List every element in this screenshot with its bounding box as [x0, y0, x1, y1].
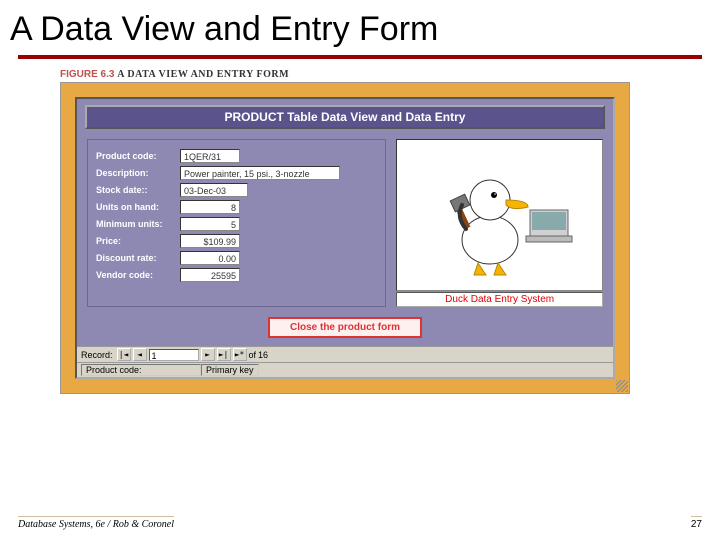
- form-panel: PRODUCT Table Data View and Data Entry P…: [75, 97, 615, 379]
- label-minimum-units: Minimum units:: [96, 219, 180, 229]
- label-discount-rate: Discount rate:: [96, 253, 180, 263]
- status-field-name: Product code:: [81, 364, 201, 376]
- input-description[interactable]: Power painter, 15 psi., 3-nozzle: [180, 166, 340, 180]
- nav-first-button[interactable]: |◄: [117, 348, 131, 361]
- page-number: 27: [691, 516, 702, 530]
- row-product-code: Product code: 1QER/31: [96, 149, 377, 163]
- form-body: Product code: 1QER/31 Description: Power…: [77, 133, 613, 311]
- label-product-code: Product code:: [96, 151, 180, 161]
- duck-icon: [420, 145, 580, 285]
- row-stock-date: Stock date:: 03-Dec-03: [96, 183, 377, 197]
- figure-caption: FIGURE 6.3 A DATA VIEW AND ENTRY FORM: [60, 69, 720, 80]
- input-discount-rate[interactable]: 0.00: [180, 251, 240, 265]
- resize-grip-icon[interactable]: [616, 380, 628, 392]
- image-column: Duck Data Entry System: [396, 139, 603, 307]
- image-caption: Duck Data Entry System: [396, 292, 603, 307]
- figure-title: A DATA VIEW AND ENTRY FORM: [117, 69, 289, 80]
- slide-footer: Database Systems, 6e / Rob & Coronel 27: [0, 516, 720, 530]
- close-button-row: Close the product form: [77, 311, 613, 346]
- fields-column: Product code: 1QER/31 Description: Power…: [87, 139, 386, 307]
- form-header: PRODUCT Table Data View and Data Entry: [85, 105, 605, 129]
- footer-source: Database Systems, 6e / Rob & Coronel: [18, 516, 174, 530]
- status-bar: Product code: Primary key: [77, 362, 613, 377]
- input-stock-date[interactable]: 03-Dec-03: [180, 183, 248, 197]
- slide-title: A Data View and Entry Form: [0, 0, 720, 55]
- nav-next-button[interactable]: ►: [201, 348, 215, 361]
- label-units-on-hand: Units on hand:: [96, 202, 180, 212]
- input-minimum-units[interactable]: 5: [180, 217, 240, 231]
- input-vendor-code[interactable]: 25595: [180, 268, 240, 282]
- nav-current-field[interactable]: 1: [149, 349, 199, 361]
- input-units-on-hand[interactable]: 8: [180, 200, 240, 214]
- nav-new-button[interactable]: ►*: [233, 348, 247, 361]
- app-window: PRODUCT Table Data View and Data Entry P…: [60, 82, 630, 394]
- record-nav-bar: Record: |◄ ◄ 1 ► ►| ►* of 16: [77, 346, 613, 362]
- status-field-desc: Primary key: [201, 364, 259, 376]
- nav-prev-button[interactable]: ◄: [133, 348, 147, 361]
- input-price[interactable]: $109.99: [180, 234, 240, 248]
- row-description: Description: Power painter, 15 psi., 3-n…: [96, 166, 377, 180]
- label-price: Price:: [96, 236, 180, 246]
- label-stock-date: Stock date::: [96, 185, 180, 195]
- input-product-code[interactable]: 1QER/31: [180, 149, 240, 163]
- row-discount-rate: Discount rate: 0.00: [96, 251, 377, 265]
- figure-label: FIGURE 6.3: [60, 69, 114, 80]
- close-button[interactable]: Close the product form: [268, 317, 422, 338]
- nav-label: Record:: [81, 350, 113, 360]
- label-description: Description:: [96, 168, 180, 178]
- duck-image: [396, 139, 603, 291]
- title-underline: [18, 55, 702, 59]
- nav-total: 16: [258, 350, 268, 360]
- row-units-on-hand: Units on hand: 8: [96, 200, 377, 214]
- row-vendor-code: Vendor code: 25595: [96, 268, 377, 282]
- nav-of-label: of: [249, 350, 257, 360]
- row-price: Price: $109.99: [96, 234, 377, 248]
- row-minimum-units: Minimum units: 5: [96, 217, 377, 231]
- nav-last-button[interactable]: ►|: [217, 348, 231, 361]
- label-vendor-code: Vendor code:: [96, 270, 180, 280]
